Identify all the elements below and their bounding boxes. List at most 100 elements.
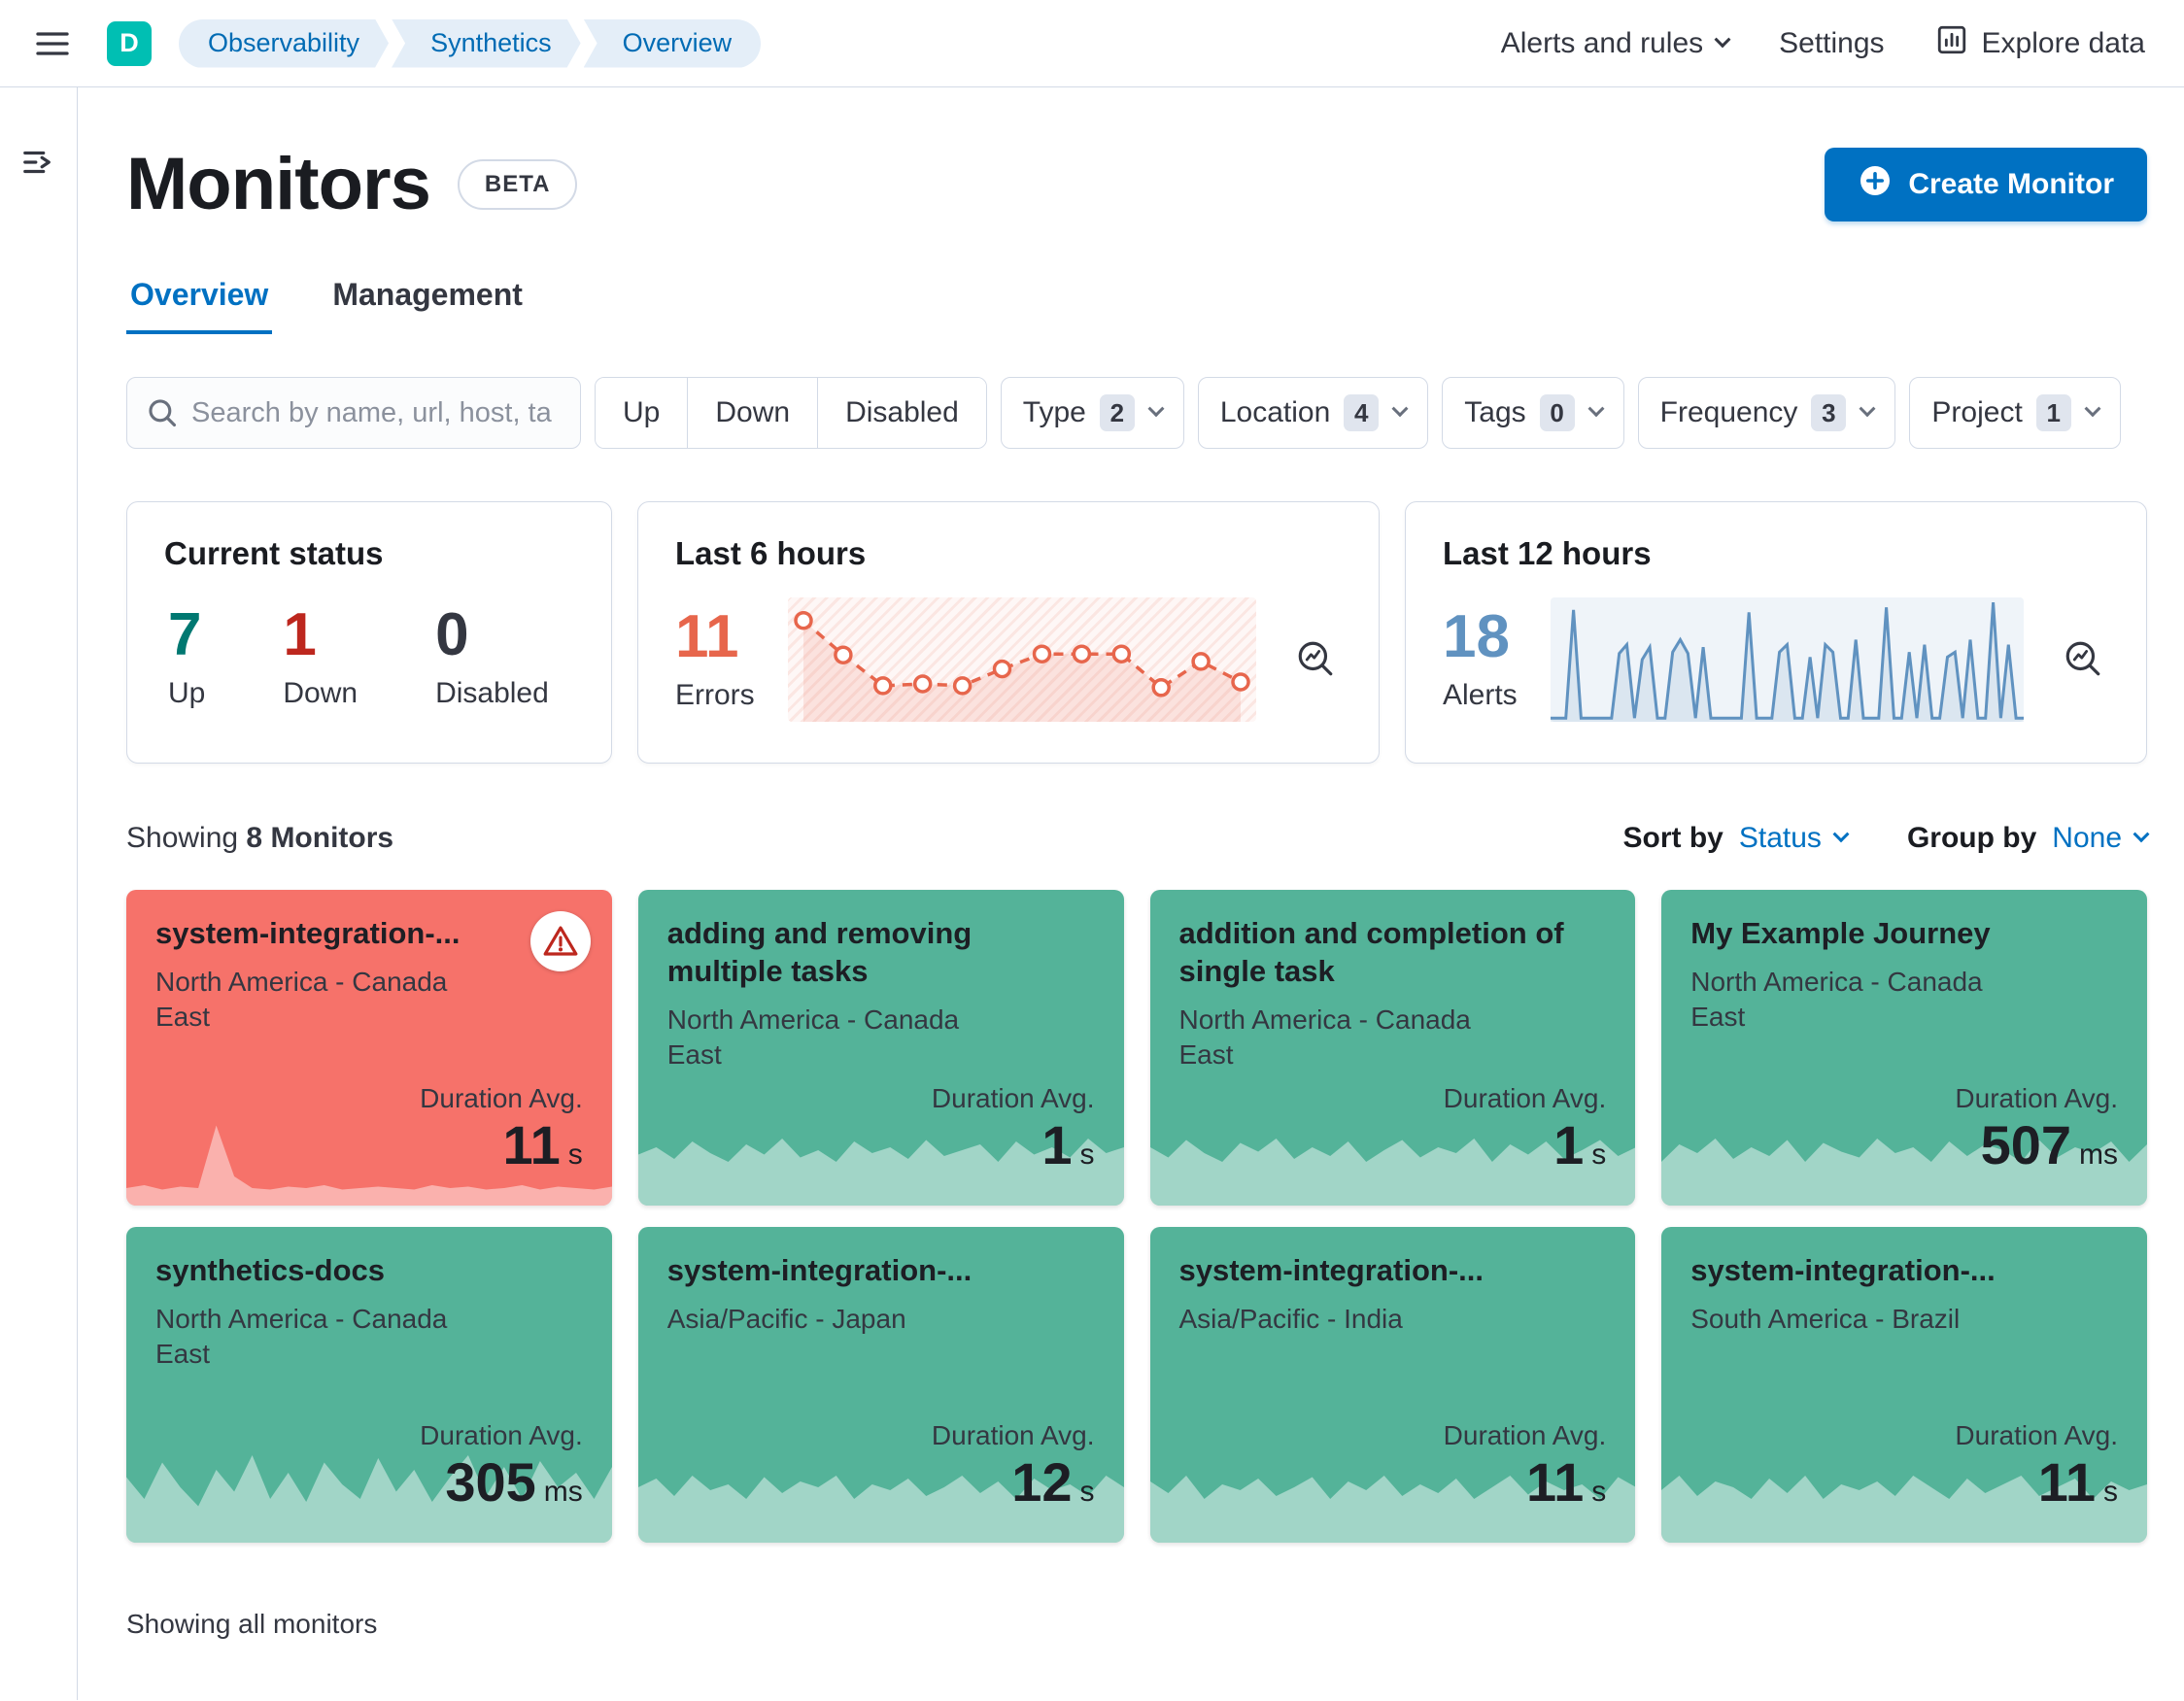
monitor-name: system-integration-... [155, 916, 461, 950]
errors-chart [787, 597, 1256, 722]
status-down-stat: 1 Down [283, 605, 358, 710]
monitor-card[interactable]: addition and completion of single task N… [1149, 890, 1636, 1206]
monitor-card[interactable]: synthetics-docs North America - Canada E… [126, 1227, 612, 1543]
filter-tags[interactable]: Tags 0 [1442, 377, 1624, 449]
duration-avg-label: Duration Avg. [1443, 1419, 1607, 1450]
group-by-control: Group by None [1906, 822, 2150, 855]
panel-title: Last 6 hours [675, 535, 867, 571]
monitor-card[interactable]: system-integration-... North America - C… [126, 890, 612, 1206]
group-by-dropdown[interactable]: None [2052, 822, 2150, 855]
settings-label: Settings [1779, 26, 1885, 59]
down-label: Down [283, 677, 358, 709]
explore-data-icon [1935, 23, 1968, 64]
monitor-location: North America - Canada East [666, 1004, 960, 1070]
breadcrumb-overview[interactable]: Overview [583, 18, 762, 68]
monitor-name: system-integration-... [1690, 1253, 1996, 1287]
duration-value: 11 [502, 1113, 561, 1175]
duration-unit: s [567, 1138, 583, 1171]
breadcrumb-observability[interactable]: Observability [179, 19, 389, 68]
panel-title: Current status [164, 535, 384, 571]
alerts-and-rules-menu[interactable]: Alerts and rules [1500, 26, 1731, 60]
inspect-errors-icon[interactable] [1289, 632, 1342, 688]
panel-title: Last 12 hours [1443, 535, 1652, 571]
errors-label: Errors [675, 679, 755, 711]
create-monitor-button[interactable]: Create Monitor [1825, 147, 2147, 221]
filter-type[interactable]: Type 2 [1000, 377, 1184, 449]
expand-sidebar-icon[interactable] [20, 144, 57, 184]
filter-type-label: Type [1022, 396, 1086, 428]
duration-unit: s [1079, 1475, 1095, 1508]
monitor-grid: system-integration-... North America - C… [126, 890, 2147, 1543]
status-disabled-stat: 0 Disabled [435, 605, 549, 710]
sort-by-dropdown[interactable]: Status [1739, 822, 1850, 855]
duration-value: 11 [2037, 1450, 2096, 1513]
up-label: Up [168, 677, 206, 709]
monitor-card[interactable]: adding and removing multiple tasks North… [637, 890, 1124, 1206]
monitor-location: North America - Canada East [155, 966, 448, 1033]
settings-link[interactable]: Settings [1779, 27, 1884, 60]
filter-project-count-badge: 1 [2035, 394, 2071, 431]
filter-type-count-badge: 2 [1099, 394, 1135, 431]
chevron-down-icon [1391, 400, 1409, 418]
sort-by-control: Sort by Status [1622, 822, 1850, 855]
alerts-label: Alerts [1443, 679, 1518, 711]
inspect-alerts-icon[interactable] [2057, 632, 2109, 688]
monitor-card[interactable]: system-integration-... South America - B… [1661, 1227, 2147, 1543]
down-alert-badge[interactable] [529, 911, 591, 971]
duration-value: 1 [1553, 1113, 1585, 1175]
duration-unit: ms [2079, 1138, 2118, 1171]
tab-management[interactable]: Management [328, 277, 527, 334]
monitor-card[interactable]: system-integration-... Asia/Pacific - Ja… [637, 1227, 1124, 1543]
search-icon [146, 396, 179, 434]
breadcrumb-synthetics[interactable]: Synthetics [392, 19, 581, 68]
monitor-name: My Example Journey [1690, 916, 1991, 950]
monitor-location: Asia/Pacific - Japan [666, 1303, 906, 1334]
page-title: Monitors [126, 143, 431, 225]
filter-project-label: Project [1931, 396, 2023, 428]
chevron-down-icon [2084, 400, 2101, 418]
filter-location-label: Location [1219, 396, 1331, 428]
monitor-name: addition and completion of single task [1178, 916, 1564, 988]
create-monitor-label: Create Monitor [1908, 167, 2114, 200]
showing-monitors-count: Showing 8 Monitors [126, 822, 394, 854]
collapsed-sidebar [0, 87, 78, 1700]
filter-tags-count-badge: 0 [1539, 394, 1575, 431]
deployment-avatar[interactable]: D [107, 20, 152, 66]
status-up-stat: 7 Up [168, 605, 205, 710]
filter-location[interactable]: Location 4 [1197, 377, 1429, 449]
disabled-count: 0 [435, 601, 469, 668]
chevron-down-icon [1832, 826, 1850, 843]
monitor-location: North America - Canada East [1178, 1004, 1471, 1070]
monitor-name: system-integration-... [666, 1253, 973, 1287]
filter-location-count-badge: 4 [1344, 394, 1380, 431]
search-input[interactable] [126, 377, 581, 449]
monitor-card[interactable]: My Example Journey North America - Canad… [1661, 890, 2147, 1206]
duration-value: 305 [445, 1450, 536, 1513]
menu-icon[interactable] [31, 22, 74, 65]
duration-avg-label: Duration Avg. [1955, 1419, 2118, 1450]
page-tabs: Overview Management [126, 277, 2147, 334]
tab-overview[interactable]: Overview [126, 277, 273, 334]
filter-frequency[interactable]: Frequency 3 [1637, 377, 1896, 449]
last-12-hours-panel: Last 12 hours 18 Alerts [1405, 501, 2147, 764]
chevron-down-icon [1859, 400, 1876, 418]
sort-by-label: Sort by [1622, 822, 1723, 854]
alerts-and-rules-label: Alerts and rules [1500, 26, 1704, 59]
filter-project[interactable]: Project 1 [1909, 377, 2121, 449]
filter-down-button[interactable]: Down [687, 378, 818, 448]
status-filter-group: Up Down Disabled [595, 377, 987, 449]
duration-avg-label: Duration Avg. [1443, 1082, 1607, 1113]
errors-stat: 11 Errors [675, 607, 755, 712]
plus-in-circle-icon [1858, 163, 1893, 206]
filter-disabled-button[interactable]: Disabled [817, 378, 986, 448]
monitor-name: adding and removing multiple tasks [666, 916, 973, 988]
filter-up-button[interactable]: Up [596, 378, 688, 448]
last-6-hours-panel: Last 6 hours 11 Errors [637, 501, 1380, 764]
duration-avg-label: Duration Avg. [420, 1419, 583, 1450]
alerts-count: 18 [1443, 603, 1510, 670]
explore-data-link[interactable]: Explore data [1935, 23, 2145, 64]
showing-all-monitors-note: Showing all monitors [126, 1609, 378, 1639]
group-by-label: Group by [1906, 822, 2037, 854]
monitor-card[interactable]: system-integration-... Asia/Pacific - In… [1149, 1227, 1636, 1543]
up-count: 7 [168, 601, 202, 668]
